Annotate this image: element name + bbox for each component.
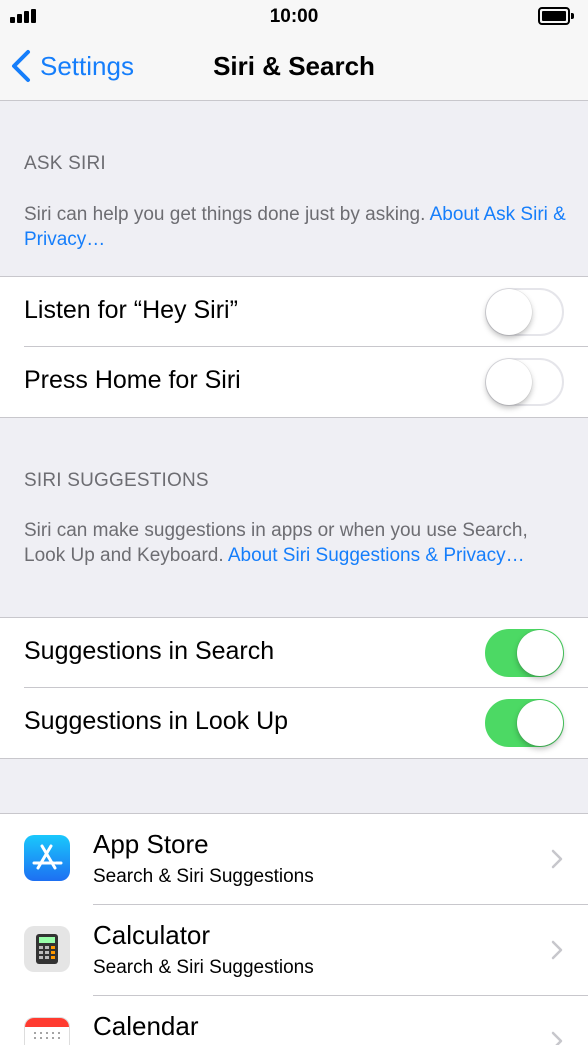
listen-hey-siri-toggle[interactable] [485, 288, 564, 336]
app-subtitle: Search & Siri Suggestions [93, 957, 314, 978]
section-header-ask-siri: ASK SIRI [24, 153, 106, 174]
press-home-siri-label: Press Home for Siri [24, 366, 241, 394]
listen-hey-siri-label: Listen for “Hey Siri” [24, 296, 238, 324]
app-row-app-store[interactable]: App Store Search & Siri Suggestions [0, 814, 588, 905]
app-row-calendar[interactable]: Calendar [0, 996, 588, 1045]
calendar-icon [24, 1017, 70, 1045]
apps-group: App Store Search & Siri Suggestions Calc… [0, 813, 588, 1045]
ask-siri-group: Listen for “Hey Siri” Press Home for Sir… [0, 276, 588, 418]
suggestions-in-look-up-toggle[interactable] [485, 699, 564, 747]
section-footer-ask-siri: Siri can help you get things done just b… [24, 202, 569, 252]
status-bar: 10:00 [0, 0, 588, 34]
status-time: 10:00 [269, 6, 319, 27]
page-title: Siri & Search [213, 51, 375, 81]
section-footer-siri-suggestions: Siri can make suggestions in apps or whe… [24, 518, 569, 568]
suggestions-in-search-row: Suggestions in Search [0, 618, 588, 688]
app-store-icon [24, 835, 70, 881]
app-subtitle: Search & Siri Suggestions [93, 866, 314, 887]
chevron-right-icon [551, 1031, 563, 1045]
ask-siri-description: Siri can help you get things done just b… [24, 204, 430, 225]
chevron-right-icon [551, 849, 563, 869]
listen-hey-siri-row: Listen for “Hey Siri” [0, 277, 588, 347]
about-siri-suggestions-link[interactable]: About Siri Suggestions & Privacy… [228, 545, 525, 566]
battery-icon [538, 7, 574, 25]
press-home-siri-toggle[interactable] [485, 358, 564, 406]
suggestions-in-look-up-row: Suggestions in Look Up [0, 688, 588, 758]
calculator-icon [24, 926, 70, 972]
navigation-bar: Settings Siri & Search [0, 34, 588, 101]
chevron-right-icon [551, 940, 563, 960]
suggestions-in-search-toggle[interactable] [485, 629, 564, 677]
suggestions-in-look-up-label: Suggestions in Look Up [24, 707, 289, 735]
app-name: Calendar [93, 1011, 199, 1041]
app-row-calculator[interactable]: Calculator Search & Siri Suggestions [0, 905, 588, 996]
section-header-siri-suggestions: SIRI SUGGESTIONS [24, 470, 209, 491]
siri-suggestions-group: Suggestions in Search Suggestions in Loo… [0, 617, 588, 759]
suggestions-in-search-label: Suggestions in Search [24, 637, 275, 665]
app-name: App Store [93, 829, 209, 859]
app-name: Calculator [93, 920, 211, 950]
press-home-siri-row: Press Home for Siri [0, 347, 588, 417]
